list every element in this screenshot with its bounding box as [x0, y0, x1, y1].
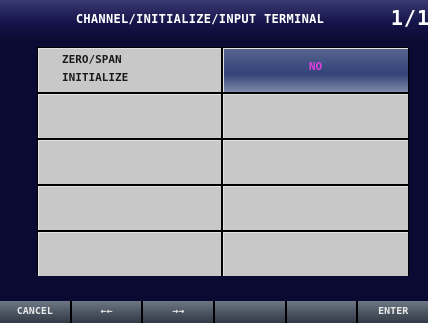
softkey-4[interactable] — [215, 301, 285, 323]
empty-value-cell — [223, 186, 408, 230]
settings-table: ZERO/SPAN INITIALIZE NO — [37, 47, 409, 276]
empty-value-cell — [223, 140, 408, 184]
softkey-5[interactable] — [286, 301, 357, 323]
title-bar: CHANNEL/INITIALIZE/INPUT TERMINAL 1/1 — [0, 0, 428, 41]
screen-title: CHANNEL/INITIALIZE/INPUT TERMINAL — [75, 12, 325, 26]
cancel-button[interactable]: CANCEL — [0, 301, 70, 323]
zero-span-initialize-label: ZERO/SPAN INITIALIZE — [62, 53, 129, 84]
setting-label-cell[interactable]: ZERO/SPAN INITIALIZE — [38, 48, 221, 92]
empty-label-cell — [38, 186, 221, 230]
softkey-bar: CANCEL ←← →→ ENTER — [0, 301, 428, 323]
setting-value-text: NO — [308, 60, 323, 73]
zero-span-initialize-value[interactable]: NO — [223, 48, 408, 92]
page-indicator: 1/1 — [390, 6, 428, 30]
empty-label-cell — [38, 94, 221, 138]
enter-button[interactable]: ENTER — [358, 301, 428, 323]
empty-label-cell — [38, 140, 221, 184]
move-right-button[interactable]: →→ — [143, 301, 214, 323]
empty-value-cell — [223, 94, 408, 138]
empty-label-cell — [38, 232, 221, 276]
move-left-button[interactable]: ←← — [71, 301, 142, 323]
empty-value-cell — [223, 232, 408, 276]
